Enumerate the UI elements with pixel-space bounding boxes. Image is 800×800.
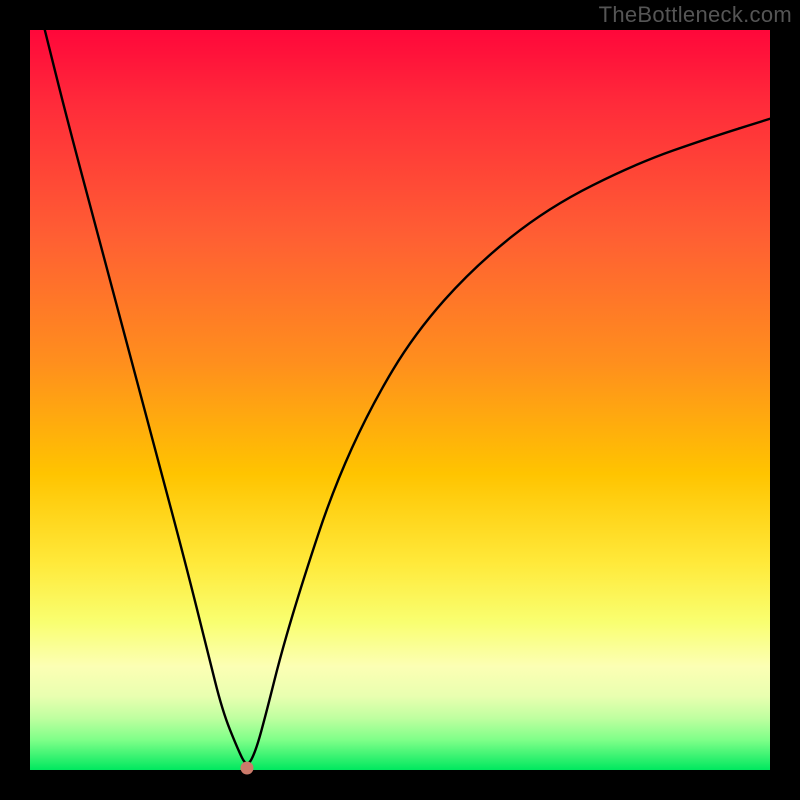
chart-container: TheBottleneck.com	[0, 0, 800, 800]
watermark-label: TheBottleneck.com	[599, 2, 792, 28]
optimum-marker	[240, 761, 253, 774]
gradient-background	[30, 30, 770, 770]
plot-area	[30, 30, 770, 770]
